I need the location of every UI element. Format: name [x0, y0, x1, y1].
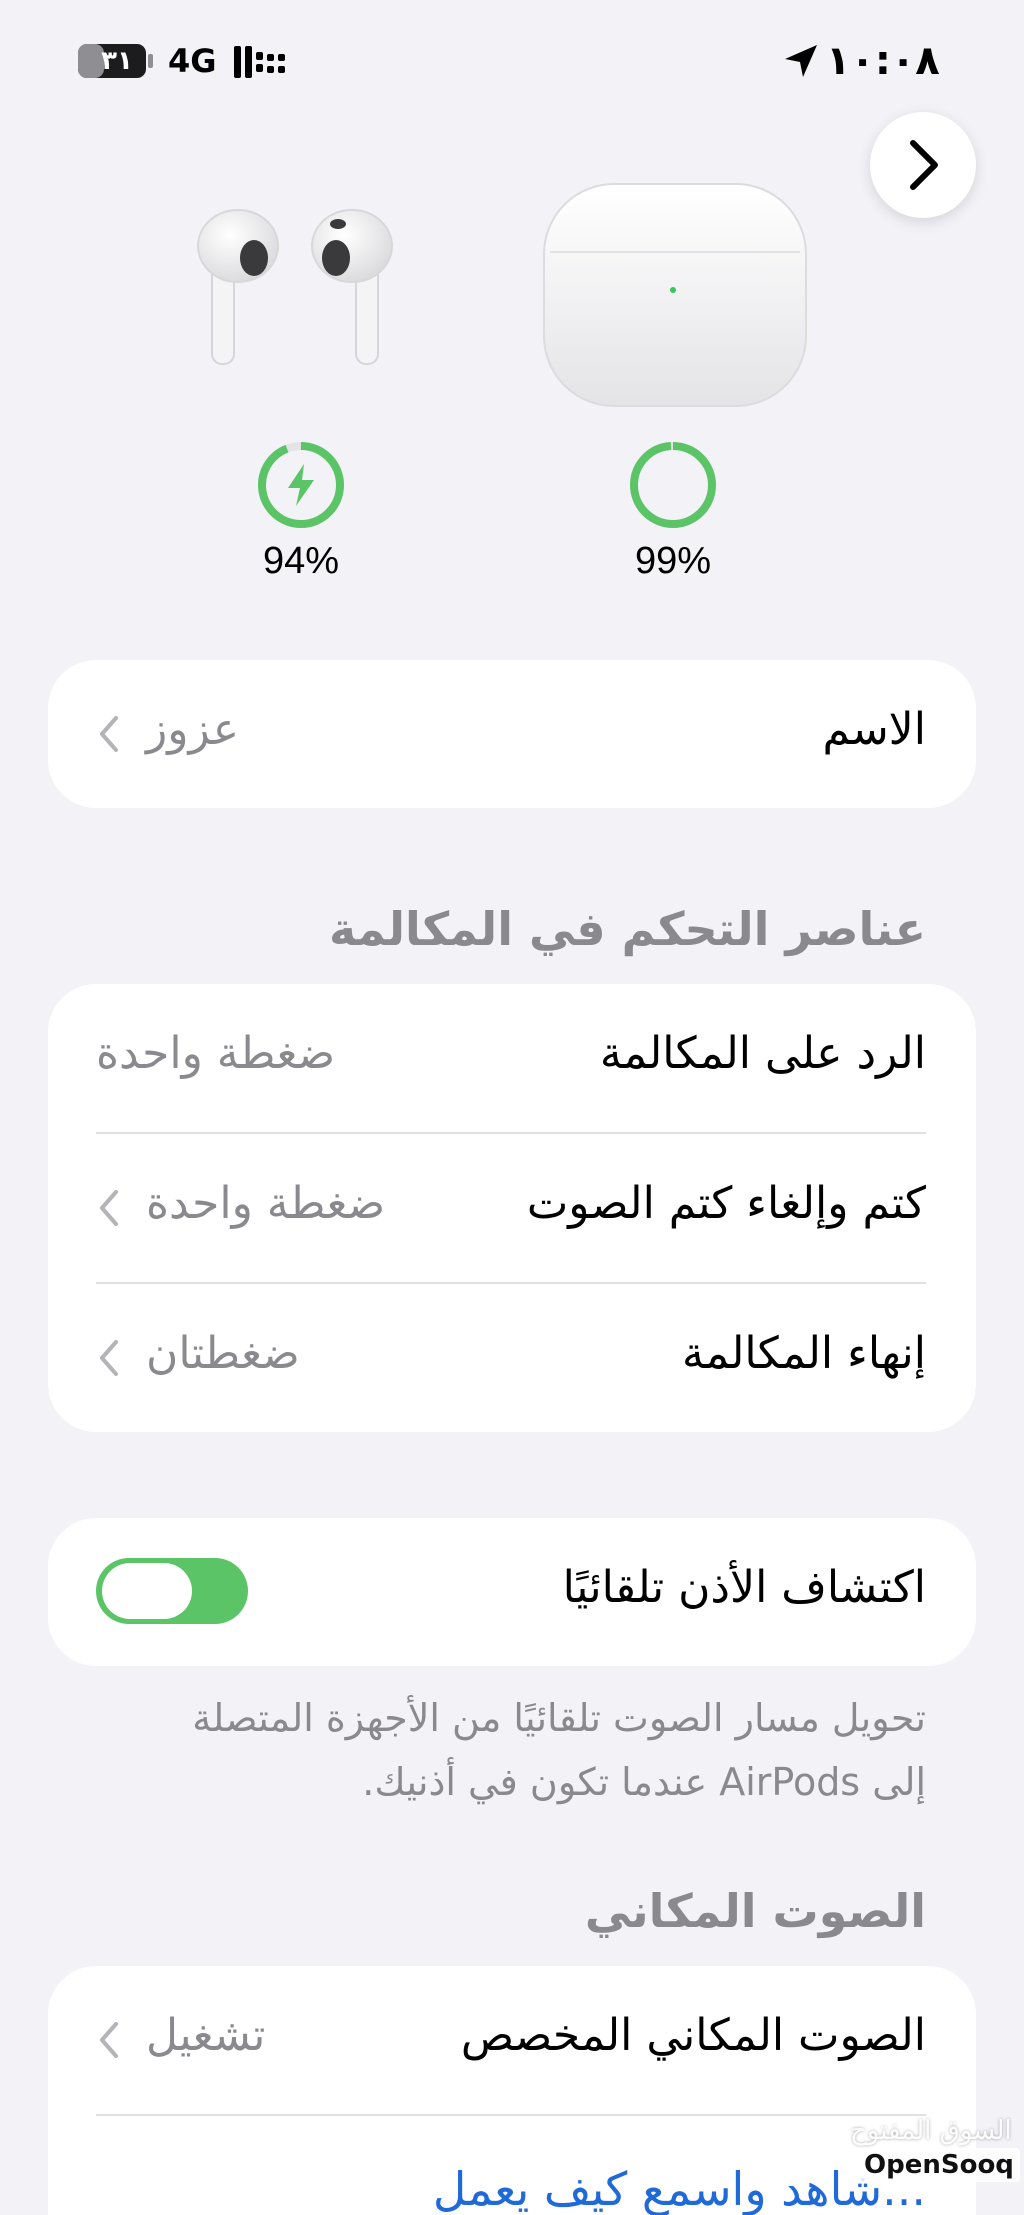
next-button[interactable]	[870, 112, 976, 218]
ear-detection-label: اكتشاف الأذن تلقائيًا	[562, 1562, 926, 1613]
personalized-spatial-audio-label: الصوت المكاني المخصص	[460, 2010, 926, 2061]
ear-detection-footnote: تحويل مسار الصوت تلقائيًا من الأجهزة الم…	[96, 1686, 926, 1814]
case-battery-percentage: 99%	[634, 540, 712, 582]
status-bar: ٣١ 4G ١٠:٠٨	[0, 0, 1024, 120]
personalized-spatial-audio-row[interactable]: الصوت المكاني المخصص تشغيل	[48, 1966, 976, 2114]
charging-bolt-icon	[288, 464, 314, 506]
see-and-hear-link[interactable]: شاهد واسمع كيف يعمل...	[433, 2162, 926, 2215]
signal-bars-icon	[234, 46, 285, 78]
case-image	[543, 183, 807, 407]
spatial-audio-header: الصوت المكاني	[584, 1884, 926, 1938]
chevron-left-icon	[100, 1190, 118, 1226]
footnote-line-2: إلى AirPods عندما تكون في أذنيك.	[362, 1760, 926, 1804]
name-card: الاسم عزوز	[48, 660, 976, 808]
network-type: 4G	[168, 42, 217, 80]
battery-percentage: ٣١	[101, 46, 133, 76]
end-call-row[interactable]: إنهاء المكالمة ضغطتان	[48, 1284, 976, 1432]
chevron-left-icon	[100, 1340, 118, 1376]
name-row[interactable]: الاسم عزوز	[48, 660, 976, 808]
answer-call-row[interactable]: الرد على المكالمة ضغطة واحدة	[48, 984, 976, 1132]
row-separator	[96, 2114, 926, 2116]
chevron-right-icon	[910, 140, 938, 190]
clock: ١٠:٠٨	[826, 38, 940, 84]
call-controls-header: عناصر التحكم في المكالمة	[329, 902, 926, 956]
mute-label: كتم وإلغاء كتم الصوت	[526, 1178, 926, 1229]
answer-call-label: الرد على المكالمة	[599, 1028, 926, 1079]
mute-value: ضغطة واحدة	[146, 1178, 386, 1229]
location-arrow-icon	[785, 45, 817, 77]
end-call-label: إنهاء المكالمة	[681, 1328, 926, 1379]
toggle-knob	[102, 1563, 192, 1619]
footnote-line-1: تحويل مسار الصوت تلقائيًا من الأجهزة الم…	[192, 1696, 926, 1740]
airpods-settings-page: ٣١ 4G ١٠:٠٨ 94% 99% الاسم عزوز عناصر الت…	[0, 0, 1024, 2215]
name-value: عزوز	[146, 704, 240, 755]
watermark-arabic: السوق المفتوح	[850, 2116, 1012, 2146]
watermark-logo: OpenSooq	[858, 2148, 1020, 2182]
personalized-spatial-audio-value: تشغيل	[146, 2010, 266, 2061]
call-controls-card: الرد على المكالمة ضغطة واحدة كتم وإلغاء …	[48, 984, 976, 1432]
name-label: الاسم	[822, 704, 926, 755]
ear-detection-toggle[interactable]	[96, 1558, 248, 1624]
chevron-left-icon	[100, 716, 118, 752]
end-call-value: ضغطتان	[146, 1328, 300, 1379]
mute-row[interactable]: كتم وإلغاء كتم الصوت ضغطة واحدة	[48, 1134, 976, 1282]
answer-call-value: ضغطة واحدة	[96, 1028, 336, 1079]
earbuds-battery-percentage: 94%	[262, 540, 340, 582]
earbuds-image	[197, 209, 393, 365]
case-battery-ring	[630, 442, 716, 528]
chevron-left-icon	[100, 2022, 118, 2058]
